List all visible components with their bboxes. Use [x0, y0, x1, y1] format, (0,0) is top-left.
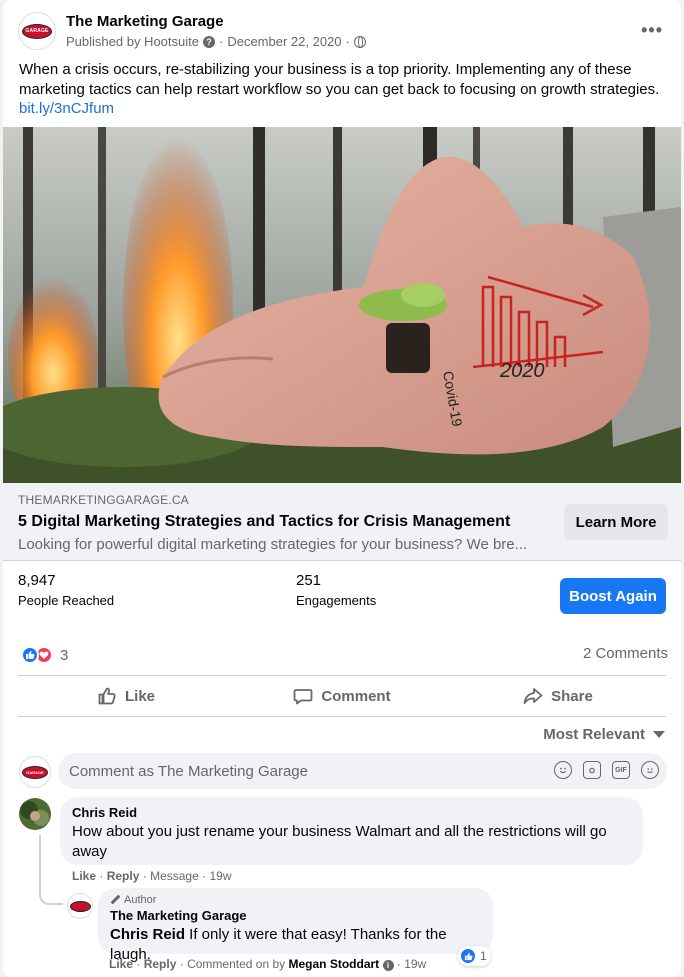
- emoji-icon[interactable]: [554, 761, 572, 779]
- share-icon: [523, 688, 543, 704]
- globe-icon[interactable]: [353, 35, 366, 48]
- post-image-graphic: Covid-19 2020: [3, 127, 681, 483]
- comment-button[interactable]: Comment: [234, 676, 450, 716]
- reply-like-link[interactable]: Like: [109, 957, 133, 971]
- post-header: GARAGE The Marketing Garage Published by…: [18, 12, 668, 56]
- info-icon[interactable]: i: [382, 960, 394, 971]
- link-preview[interactable]: THEMARKETINGGARAGE.CA 5 Digital Marketin…: [3, 483, 681, 561]
- comment-message-link[interactable]: Message: [150, 869, 199, 883]
- thumbs-up-icon: [98, 687, 116, 705]
- reaction-count: 3: [60, 646, 69, 664]
- help-icon[interactable]: ?: [202, 35, 215, 48]
- like-label: Like: [124, 687, 155, 705]
- comment-time[interactable]: 19w: [209, 869, 231, 883]
- author-tag-label: Author: [124, 894, 157, 906]
- link-title[interactable]: 5 Digital Marketing Strategies and Tacti…: [18, 513, 510, 531]
- comments-count[interactable]: 2 Comments: [583, 645, 668, 662]
- sort-dropdown[interactable]: Most Relevant: [543, 726, 665, 743]
- thumbs-up-icon: [460, 948, 476, 964]
- reply-separator: ·: [136, 957, 141, 971]
- page-name[interactable]: The Marketing Garage: [66, 13, 224, 30]
- reply-actions: Like · Reply · Commented on by Megan Sto…: [109, 957, 426, 971]
- reply-separator: ·: [179, 957, 184, 971]
- comment-placeholder: Comment as The Marketing Garage: [69, 763, 308, 780]
- post-meta: Published by Hootsuite ? · December 22, …: [66, 34, 366, 49]
- commented-on-by-label: Commented on by: [187, 957, 286, 971]
- meta-separator: ·: [345, 34, 350, 49]
- reply-mention[interactable]: Chris Reid: [110, 926, 185, 943]
- year-annotation: 2020: [499, 360, 545, 382]
- commenter-name[interactable]: Megan Stoddart: [288, 957, 379, 971]
- commenter-avatar[interactable]: [19, 798, 51, 830]
- comment-icon: [294, 689, 313, 705]
- post-card: GARAGE The Marketing Garage Published by…: [3, 0, 681, 977]
- reply-separator: ·: [396, 957, 401, 971]
- reply-like-count: 1: [480, 949, 487, 963]
- meta-separator: ·: [218, 34, 224, 49]
- thumbs-up-icon: [21, 646, 39, 664]
- reply-bubble: Author The Marketing Garage Chris Reid I…: [98, 888, 493, 963]
- sticker-icon[interactable]: [641, 761, 659, 779]
- comment-actions: Like · Reply · Message · 19w: [72, 869, 231, 883]
- share-label: Share: [551, 687, 593, 705]
- composer-tools: GIF: [554, 761, 659, 779]
- comment-separator: ·: [142, 869, 147, 883]
- reply-avatar[interactable]: [67, 893, 93, 919]
- caret-down-icon: [653, 731, 665, 738]
- engagements-stat: 251 Engagements: [296, 572, 376, 608]
- publisher-label: Published by Hootsuite: [66, 34, 199, 49]
- post-image[interactable]: Covid-19 2020: [3, 127, 681, 483]
- learn-more-button[interactable]: Learn More: [564, 504, 668, 540]
- reply-reply-link[interactable]: Reply: [144, 957, 177, 971]
- comment-label: Comment: [321, 687, 391, 705]
- link-domain: THEMARKETINGGARAGE.CA: [18, 493, 189, 507]
- reactions-summary[interactable]: 3: [21, 645, 68, 665]
- reply-author[interactable]: The Marketing Garage: [110, 908, 481, 923]
- thread-connector: [39, 835, 63, 905]
- like-button[interactable]: Like: [18, 676, 234, 716]
- page-avatar[interactable]: GARAGE: [18, 12, 56, 50]
- people-reached-value: 8,947: [18, 572, 56, 589]
- reply-reaction-badge[interactable]: 1: [458, 946, 491, 966]
- comment-separator: ·: [202, 869, 207, 883]
- post-text: When a crisis occurs, re-stabilizing you…: [19, 60, 674, 119]
- comment-like-link[interactable]: Like: [72, 869, 96, 883]
- people-reached-stat: 8,947 People Reached: [18, 572, 114, 608]
- engagements-value: 251: [296, 572, 322, 589]
- boost-again-button[interactable]: Boost Again: [560, 578, 666, 614]
- marketing-garage-logo: GARAGE: [22, 23, 52, 39]
- comment-text: How about you just rename your business …: [72, 823, 607, 860]
- more-icon[interactable]: •••: [641, 20, 663, 41]
- marketing-garage-logo: [69, 900, 91, 912]
- marketing-garage-logo: GARAGE: [22, 765, 48, 779]
- link-description: Looking for powerful digital marketing s…: [18, 536, 528, 553]
- post-body: When a crisis occurs, re-stabilizing you…: [19, 61, 660, 98]
- camera-icon[interactable]: [583, 761, 601, 779]
- post-link[interactable]: bit.ly/3nCJfum: [19, 100, 114, 117]
- pen-icon: [110, 895, 120, 905]
- comment-separator: ·: [99, 869, 104, 883]
- sort-label: Most Relevant: [543, 726, 645, 743]
- engagements-label: Engagements: [296, 593, 377, 608]
- composer-avatar[interactable]: GARAGE: [19, 756, 51, 788]
- comment-bubble: Chris Reid How about you just rename you…: [60, 797, 643, 865]
- reply-time[interactable]: 19w: [404, 957, 426, 971]
- share-button[interactable]: Share: [450, 676, 666, 716]
- post-date[interactable]: December 22, 2020: [227, 34, 341, 49]
- comment-author[interactable]: Chris Reid: [72, 805, 631, 820]
- author-tag: Author: [110, 894, 481, 906]
- gif-icon[interactable]: GIF: [612, 761, 630, 779]
- comment-input[interactable]: Comment as The Marketing Garage GIF: [58, 753, 667, 789]
- action-bar: Like Comment Share: [18, 675, 666, 717]
- comment-reply-link[interactable]: Reply: [107, 869, 140, 883]
- people-reached-label: People Reached: [18, 593, 115, 608]
